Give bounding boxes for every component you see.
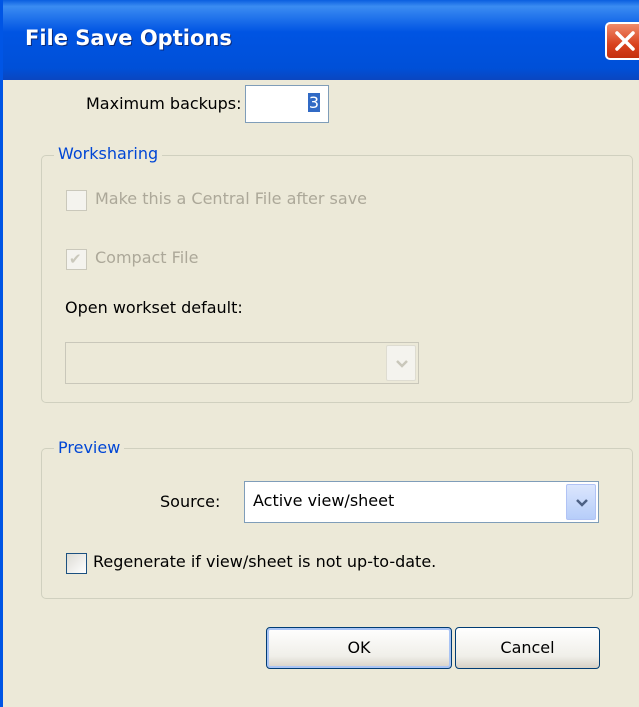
cancel-button[interactable]: Cancel — [455, 627, 600, 669]
central-file-label: Make this a Central File after save — [95, 189, 367, 208]
compact-file-checkbox[interactable]: ✔ — [66, 249, 87, 270]
workset-default-select[interactable] — [65, 342, 419, 384]
checkmark-icon: ✔ — [69, 250, 82, 268]
source-value: Active view/sheet — [253, 491, 395, 510]
worksharing-group-title: Worksharing — [54, 144, 163, 163]
preview-group — [41, 448, 633, 599]
central-file-checkbox[interactable] — [66, 190, 87, 211]
max-backups-value: 3 — [307, 93, 320, 112]
source-dropdown-button[interactable] — [566, 484, 596, 520]
chevron-down-icon — [576, 499, 588, 507]
close-icon — [615, 31, 635, 51]
max-backups-label: Maximum backups: — [86, 94, 242, 113]
max-backups-input[interactable]: 3 — [245, 85, 329, 123]
preview-group-title: Preview — [54, 438, 125, 457]
regenerate-label: Regenerate if view/sheet is not up-to-da… — [93, 552, 437, 571]
title-bar[interactable]: File Save Options — [3, 0, 639, 80]
ok-button[interactable]: OK — [266, 627, 452, 669]
source-label: Source: — [160, 492, 221, 511]
close-button[interactable] — [605, 22, 639, 60]
workset-dropdown-button[interactable] — [386, 345, 416, 381]
compact-file-label: Compact File — [95, 248, 199, 267]
chevron-down-icon — [396, 360, 408, 368]
regenerate-checkbox[interactable] — [66, 553, 87, 574]
file-save-options-dialog: File Save Options Maximum backups: 3 Wor… — [0, 0, 639, 707]
workset-default-label: Open workset default: — [65, 298, 243, 317]
dialog-title: File Save Options — [25, 26, 232, 50]
source-select[interactable]: Active view/sheet — [244, 481, 599, 523]
